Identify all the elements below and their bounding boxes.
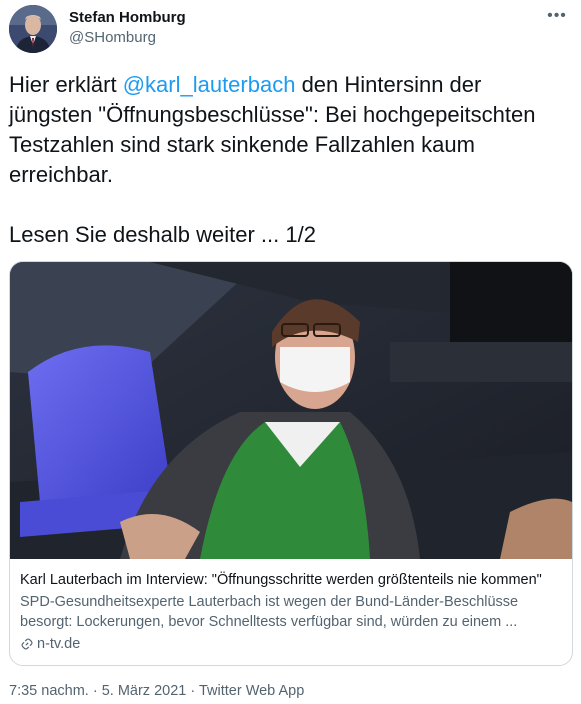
card-title[interactable]: Karl Lauterbach im Interview: "Öffnungss…	[20, 571, 562, 590]
mention-link[interactable]: @karl_lauterbach	[123, 72, 296, 97]
more-options-button[interactable]: •••	[543, 4, 571, 28]
card-description: SPD-Gesundheitsexperte Lauterbach ist we…	[20, 594, 519, 630]
author-handle[interactable]: @SHomburg	[69, 29, 156, 46]
meta-separator: ·	[88, 683, 102, 699]
link-icon	[21, 638, 33, 650]
tweet-text: Hier erklärt @karl_lauterbach den Hinter…	[9, 70, 569, 250]
author-avatar[interactable]	[9, 5, 57, 53]
tweet-paragraph-2: Lesen Sie deshalb weiter ... 1/2	[9, 222, 316, 247]
card-image[interactable]	[10, 262, 572, 559]
card-domain-row: n-tv.de	[20, 634, 562, 654]
tweet-text-before: Hier erklärt	[9, 72, 123, 97]
link-preview-card[interactable]: Karl Lauterbach im Interview: "Öffnungss…	[9, 261, 573, 666]
author-name[interactable]: Stefan Homburg	[69, 9, 186, 26]
card-domain: n-tv.de	[37, 636, 81, 652]
tweet-date[interactable]: 5. März 2021	[102, 683, 187, 699]
meta-separator: ·	[186, 683, 199, 699]
tweet-source[interactable]: Twitter Web App	[199, 683, 304, 699]
tweet-time[interactable]: 7:35 nachm.	[9, 683, 89, 699]
tweet-metadata: 7:35 nachm. · 5. März 2021 · Twitter Web…	[9, 683, 304, 699]
more-horizontal-icon: •••	[547, 7, 567, 24]
tweet-paragraph-1: Hier erklärt @karl_lauterbach den Hinter…	[9, 70, 569, 190]
